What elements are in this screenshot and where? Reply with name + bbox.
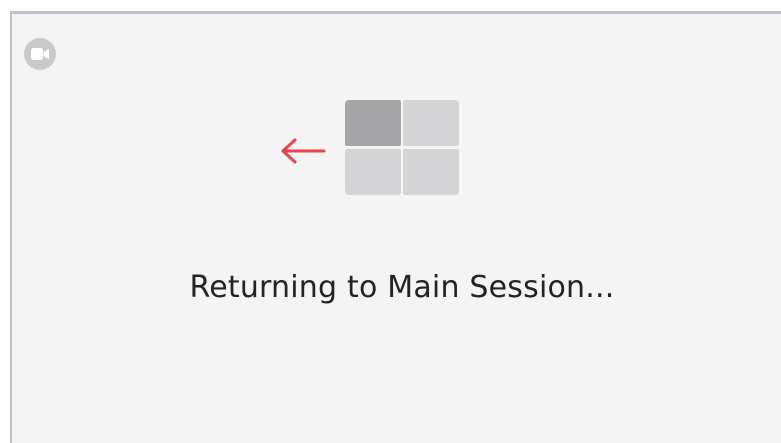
status-message: Returning to Main Session... <box>189 270 615 305</box>
grid-tile <box>403 100 459 146</box>
transition-window: Returning to Main Session... <box>10 11 781 443</box>
grid-tile <box>345 149 401 195</box>
app-badge <box>24 38 56 70</box>
video-camera-icon <box>31 48 49 60</box>
grid-layout-icon <box>345 100 459 195</box>
grid-tile <box>403 149 459 195</box>
arrow-left-icon <box>281 138 326 164</box>
grid-tile-highlighted <box>345 100 401 146</box>
